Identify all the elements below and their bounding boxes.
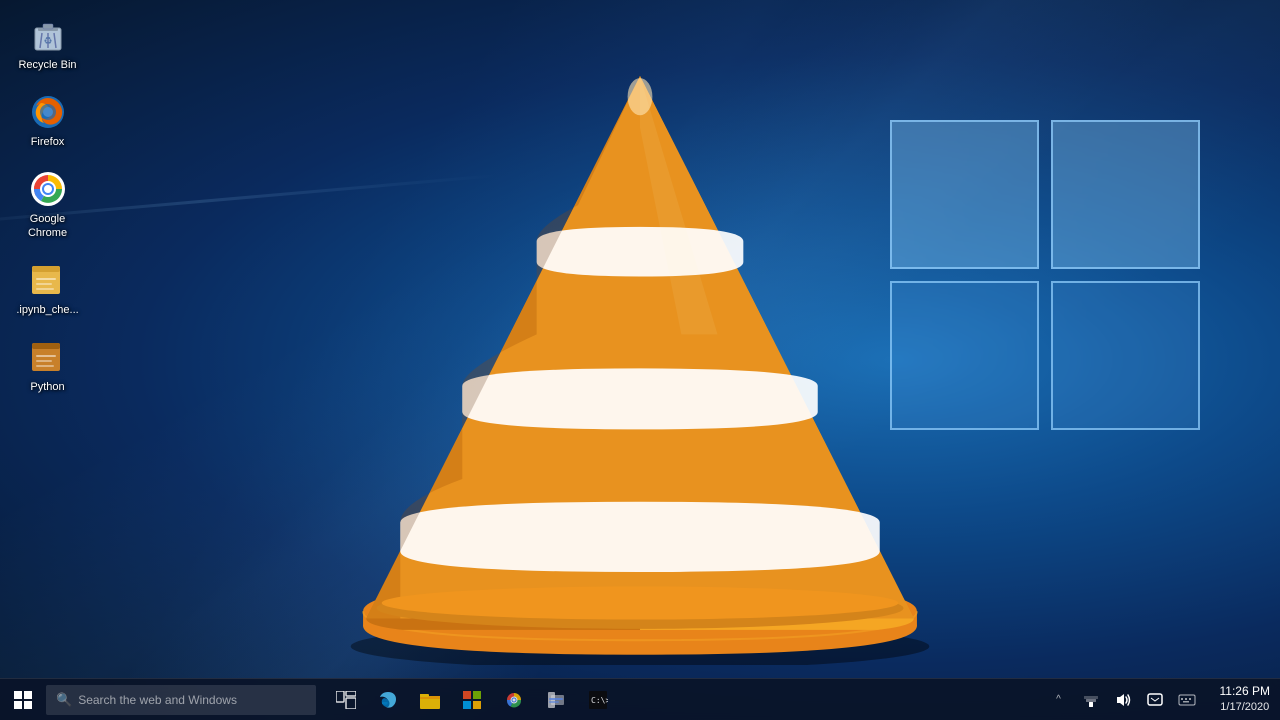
recycle-bin-icon[interactable]: ♻ Recycle Bin [10,10,85,77]
search-placeholder: Search the web and Windows [78,693,237,707]
chrome-taskbar-button[interactable] [494,679,534,720]
ipynb-label: .ipynb_che... [16,304,78,317]
svg-text:C:\>_: C:\>_ [591,696,608,705]
vlc-cone-svg [300,45,980,665]
python-icon[interactable]: Python [10,332,85,399]
volume-icon[interactable] [1108,679,1138,720]
edge-button[interactable] [368,679,408,720]
clock-date: 1/17/2020 [1220,700,1269,715]
taskbar-app-icons: C:\>_ [321,679,1036,720]
google-chrome-desktop-icon[interactable]: Google Chrome [10,164,85,244]
cmd-button[interactable]: C:\>_ [578,679,618,720]
clock-time: 11:26 PM [1220,683,1270,700]
python-image [28,337,68,377]
task-view-button[interactable] [326,679,366,720]
tray-show-hidden[interactable]: ^ [1044,679,1074,720]
search-icon: 🔍 [56,692,72,708]
system-tray: ^ [1036,679,1210,720]
chrome-image [28,169,68,209]
store-button[interactable] [452,679,492,720]
desktop: ♻ Recycle Bin Firefox [0,0,1280,720]
taskbar-search[interactable]: 🔍 Search the web and Windows [46,685,316,715]
vlc-cone-container [300,45,980,665]
firefox-label: Firefox [31,136,65,149]
ipynb-image [28,260,68,300]
recycle-bin-label: Recycle Bin [18,59,76,72]
network-icon[interactable] [1076,679,1106,720]
firefox-image [28,92,68,132]
svg-text:♻: ♻ [43,36,52,47]
win-pane-4 [1051,281,1200,430]
start-button[interactable] [0,679,46,720]
cortana-button[interactable] [536,679,576,720]
taskbar: 🔍 Search the web and Windows [0,678,1280,720]
notification-icon[interactable] [1140,679,1170,720]
win-pane-2 [1051,120,1200,269]
chrome-label: Google Chrome [15,213,80,239]
firefox-icon[interactable]: Firefox [10,87,85,154]
input-icon[interactable] [1172,679,1202,720]
desktop-icons: ♻ Recycle Bin Firefox [10,10,85,399]
ipynb-icon[interactable]: .ipynb_che... [10,255,85,322]
recycle-bin-image: ♻ [28,15,68,55]
taskbar-clock[interactable]: 11:26 PM 1/17/2020 [1210,679,1280,720]
python-label: Python [30,381,64,394]
file-explorer-button[interactable] [410,679,450,720]
